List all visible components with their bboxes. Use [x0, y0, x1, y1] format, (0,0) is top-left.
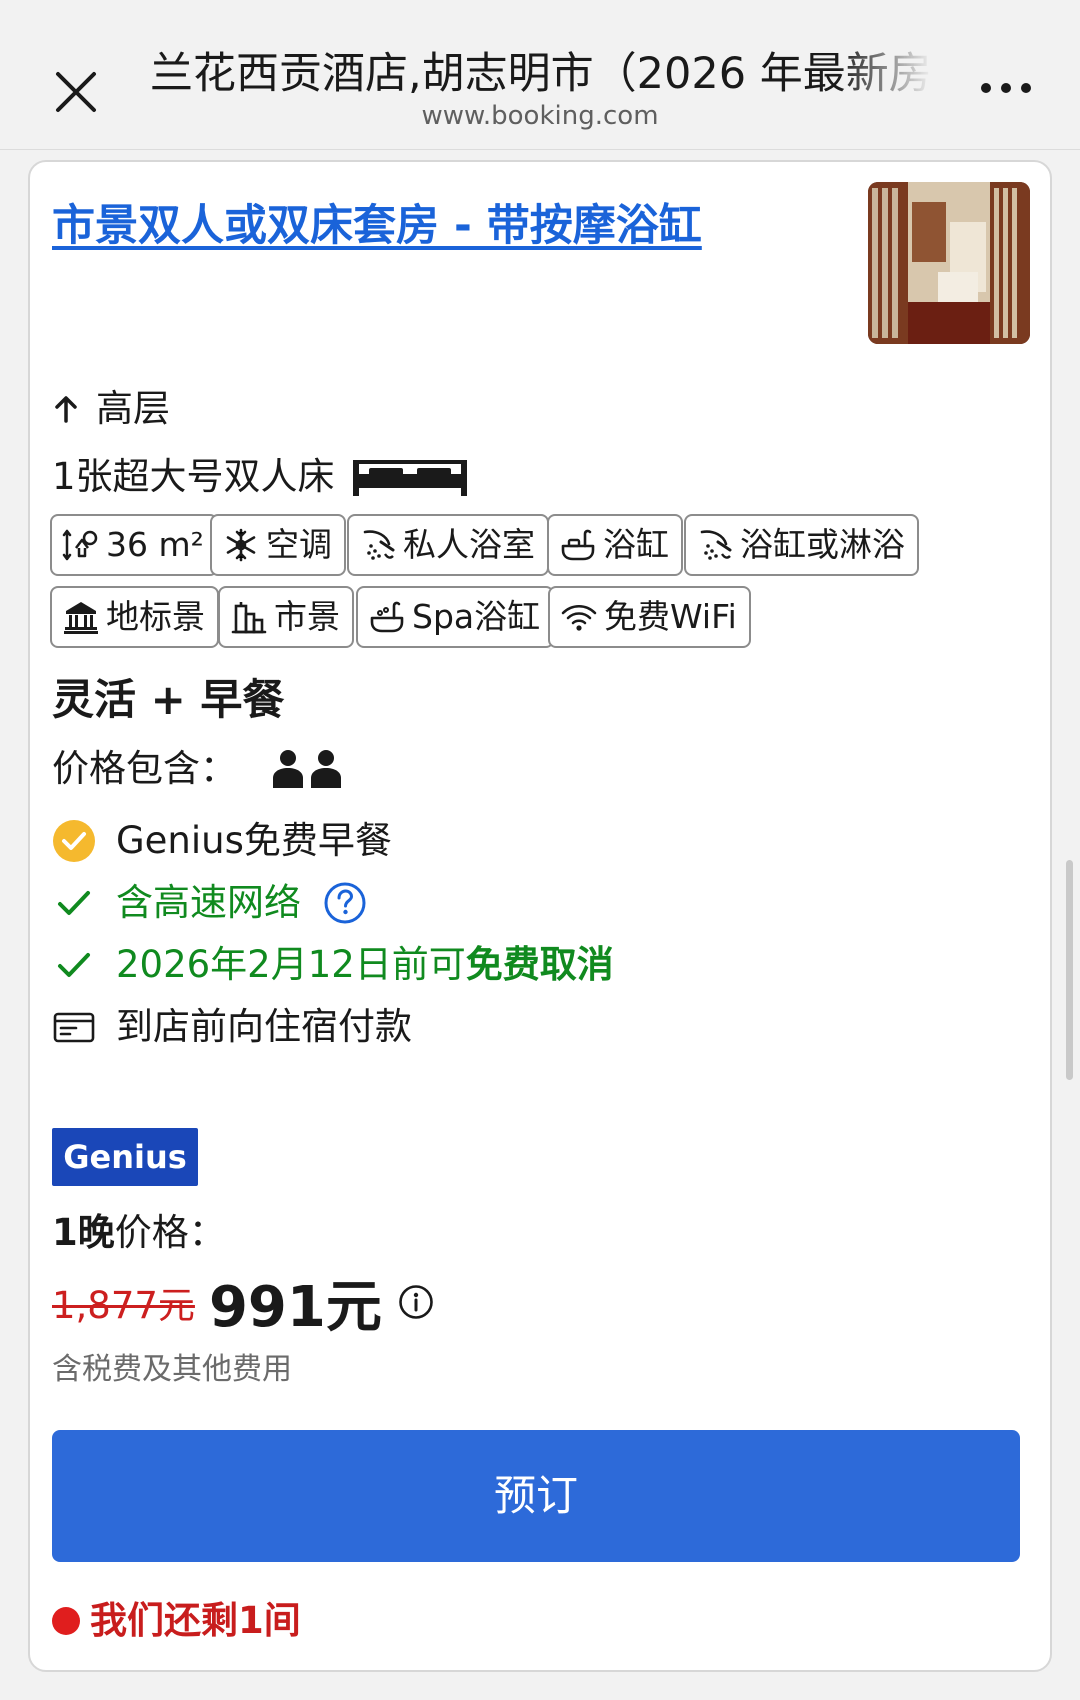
room-title-link[interactable]: 市景双人或双床套房 - 带按摩浴缸: [52, 196, 812, 256]
arrow-up-icon: [55, 396, 77, 423]
amenity-label: 市景: [274, 597, 340, 636]
amenity-label: 浴缸: [603, 525, 669, 564]
availability-text: 我们还剩1间: [90, 1599, 301, 1642]
tax-note: 含税费及其他费用: [52, 1352, 292, 1387]
question-circle-icon[interactable]: [323, 881, 367, 925]
snowflake-icon: [226, 528, 256, 562]
room-size-icon: [62, 529, 98, 561]
original-price: 1,877元: [52, 1284, 195, 1327]
amenity-chip-private-bath: 私人浴室: [347, 514, 549, 576]
amenity-chip-spa-bath: Spa浴缸: [356, 586, 555, 648]
info-icon[interactable]: [398, 1284, 434, 1320]
more-dots-icon: [981, 83, 1031, 93]
bathtub-icon: [561, 529, 595, 561]
amenity-chip-bath-or-shower: 浴缸或淋浴: [684, 514, 919, 576]
room-photo: [868, 182, 1030, 344]
city-icon: [231, 602, 267, 634]
free-cancellation-text: 2026年2月12日前可免费取消: [116, 938, 614, 992]
price-row: 1,877元 991元: [52, 1266, 434, 1340]
amenity-chip-ac: 空调: [210, 514, 346, 576]
price-includes-row: 价格包含：: [52, 742, 345, 796]
two-guests-icon: [273, 750, 341, 788]
amenity-label: 空调: [266, 525, 332, 564]
internet-row: 含高速网络: [52, 876, 367, 930]
discounted-price: 991元: [208, 1274, 382, 1340]
amenity-label: 36 m²: [106, 525, 204, 564]
scrollbar[interactable]: [1066, 860, 1073, 1080]
amenity-chip-size: 36 m²: [50, 514, 218, 576]
genius-breakfast-row: Genius免费早餐: [52, 814, 392, 868]
book-button[interactable]: 预订: [52, 1430, 1020, 1562]
payment-row: 到店前向住宿付款: [52, 1000, 412, 1054]
price-label: 价格：: [114, 1211, 226, 1254]
free-cancellation-label: 免费取消: [465, 943, 614, 986]
top-bar: 兰花西贡酒店,胡志明市（2026 年最新房 www.booking.com: [0, 0, 1080, 150]
genius-badge: Genius: [52, 1128, 198, 1186]
close-button[interactable]: [50, 66, 102, 118]
availability-notice: 我们还剩1间: [52, 1594, 301, 1648]
internet-text: 含高速网络: [116, 881, 301, 924]
amenity-label: 免费WiFi: [604, 597, 737, 636]
room-thumbnail[interactable]: [868, 182, 1030, 344]
amenity-chip-landmark: 地标景: [50, 586, 219, 648]
payment-text: 到店前向住宿付款: [116, 1005, 412, 1048]
per-night-label: 1晚价格：: [52, 1206, 226, 1260]
payment-card-icon: [53, 1012, 95, 1043]
floor-info: 高层: [52, 384, 170, 434]
bed-icon: [352, 460, 467, 496]
bed-label: 1张超大号双人床: [52, 455, 335, 498]
amenity-chip-city-view: 市景: [218, 586, 354, 648]
nights-count: 1晚: [52, 1211, 115, 1254]
shower-icon: [700, 530, 732, 560]
amenity-label: Spa浴缸: [412, 597, 541, 636]
check-icon: [58, 891, 90, 915]
more-options-button[interactable]: [978, 78, 1034, 98]
free-cancellation-row: 2026年2月12日前可免费取消: [52, 938, 614, 992]
page-url: www.booking.com: [421, 101, 659, 131]
rate-plan-title: 灵活 + 早餐: [52, 675, 285, 724]
landmark-icon: [64, 602, 98, 634]
genius-check-icon: [53, 820, 95, 862]
amenity-chip-wifi: 免费WiFi: [548, 586, 751, 648]
price-includes-label: 价格包含：: [52, 747, 237, 790]
amenity-label: 浴缸或淋浴: [740, 525, 905, 564]
close-icon: [56, 72, 96, 112]
spa-bath-icon: [370, 601, 404, 633]
red-dot-icon: [52, 1607, 80, 1635]
page-title: 兰花西贡酒店,胡志明市（2026 年最新房: [150, 49, 932, 99]
genius-breakfast-text: Genius免费早餐: [116, 819, 392, 862]
check-icon: [58, 953, 90, 977]
floor-label: 高层: [96, 387, 170, 430]
bed-info: 1张超大号双人床: [52, 450, 471, 504]
wifi-icon: [561, 604, 597, 631]
cancel-deadline-text: 2026年2月12日前可: [116, 943, 466, 986]
amenity-chip-bathtub: 浴缸: [547, 514, 683, 576]
shower-icon: [363, 530, 395, 560]
amenity-label: 私人浴室: [403, 525, 535, 564]
amenity-label: 地标景: [106, 597, 205, 636]
room-card: 市景双人或双床套房 - 带按摩浴缸 高层 1张超大号双人床 36 m² 空调 私…: [28, 160, 1052, 1672]
